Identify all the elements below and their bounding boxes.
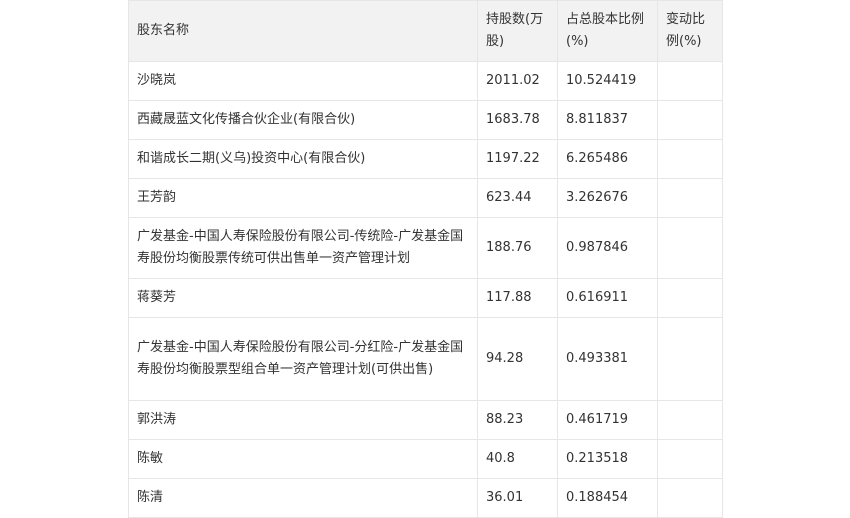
table-row: 广发基金-中国人寿保险股份有限公司-传统险-广发基金国寿股份均衡股票传统可供出售… [128,217,723,279]
cell-shares: 40.8 [477,439,558,479]
table-row: 蒋葵芳 117.88 0.616911 [128,278,723,318]
cell-shareholder-name: 王芳韵 [128,178,478,218]
cell-shares: 1197.22 [477,139,558,179]
cell-shareholder-name: 广发基金-中国人寿保险股份有限公司-传统险-广发基金国寿股份均衡股票传统可供出售… [128,217,478,279]
table-row: 陈清 36.01 0.188454 [128,478,723,518]
cell-ratio: 0.987846 [557,217,658,279]
cell-shares: 88.23 [477,400,558,440]
cell-shareholder-name: 陈清 [128,478,478,518]
shareholder-table: 股东名称 持股数(万股) 占总股本比例(%) 变动比例(%) 沙晓岚 2011.… [128,0,723,518]
cell-ratio: 0.213518 [557,439,658,479]
cell-ratio: 10.524419 [557,61,658,101]
cell-change [657,400,723,440]
table-row: 沙晓岚 2011.02 10.524419 [128,61,723,101]
cell-change [657,139,723,179]
table-header: 股东名称 持股数(万股) 占总股本比例(%) 变动比例(%) [128,0,723,62]
cell-change [657,478,723,518]
cell-change [657,317,723,401]
header-shares: 持股数(万股) [477,0,558,62]
cell-change [657,439,723,479]
header-ratio: 占总股本比例(%) [557,0,658,62]
cell-shareholder-name: 和谐成长二期(义乌)投资中心(有限合伙) [128,139,478,179]
cell-shareholder-name: 陈敏 [128,439,478,479]
cell-ratio: 0.493381 [557,317,658,401]
cell-shares: 94.28 [477,317,558,401]
cell-ratio: 6.265486 [557,139,658,179]
cell-change [657,178,723,218]
cell-shareholder-name: 沙晓岚 [128,61,478,101]
header-shareholder-name: 股东名称 [128,0,478,62]
cell-ratio: 3.262676 [557,178,658,218]
cell-shareholder-name: 蒋葵芳 [128,278,478,318]
cell-ratio: 0.461719 [557,400,658,440]
cell-change [657,217,723,279]
table-row: 西藏晟蓝文化传播合伙企业(有限合伙) 1683.78 8.811837 [128,100,723,140]
header-change: 变动比例(%) [657,0,723,62]
cell-shares: 188.76 [477,217,558,279]
cell-shareholder-name: 广发基金-中国人寿保险股份有限公司-分红险-广发基金国寿股份均衡股票型组合单一资… [128,317,478,401]
table-row: 郭洪涛 88.23 0.461719 [128,400,723,440]
cell-shares: 1683.78 [477,100,558,140]
table-row: 和谐成长二期(义乌)投资中心(有限合伙) 1197.22 6.265486 [128,139,723,179]
cell-change [657,61,723,101]
header-row: 股东名称 持股数(万股) 占总股本比例(%) 变动比例(%) [128,0,723,62]
cell-change [657,100,723,140]
cell-shareholder-name: 郭洪涛 [128,400,478,440]
cell-change [657,278,723,318]
table-row: 广发基金-中国人寿保险股份有限公司-分红险-广发基金国寿股份均衡股票型组合单一资… [128,317,723,401]
cell-ratio: 0.188454 [557,478,658,518]
table-row: 王芳韵 623.44 3.262676 [128,178,723,218]
cell-ratio: 8.811837 [557,100,658,140]
table-row: 陈敏 40.8 0.213518 [128,439,723,479]
cell-shares: 2011.02 [477,61,558,101]
cell-ratio: 0.616911 [557,278,658,318]
cell-shares: 117.88 [477,278,558,318]
cell-shares: 623.44 [477,178,558,218]
table-body: 沙晓岚 2011.02 10.524419 西藏晟蓝文化传播合伙企业(有限合伙)… [128,61,723,518]
cell-shares: 36.01 [477,478,558,518]
shareholder-table-container: 股东名称 持股数(万股) 占总股本比例(%) 变动比例(%) 沙晓岚 2011.… [128,0,723,518]
cell-shareholder-name: 西藏晟蓝文化传播合伙企业(有限合伙) [128,100,478,140]
